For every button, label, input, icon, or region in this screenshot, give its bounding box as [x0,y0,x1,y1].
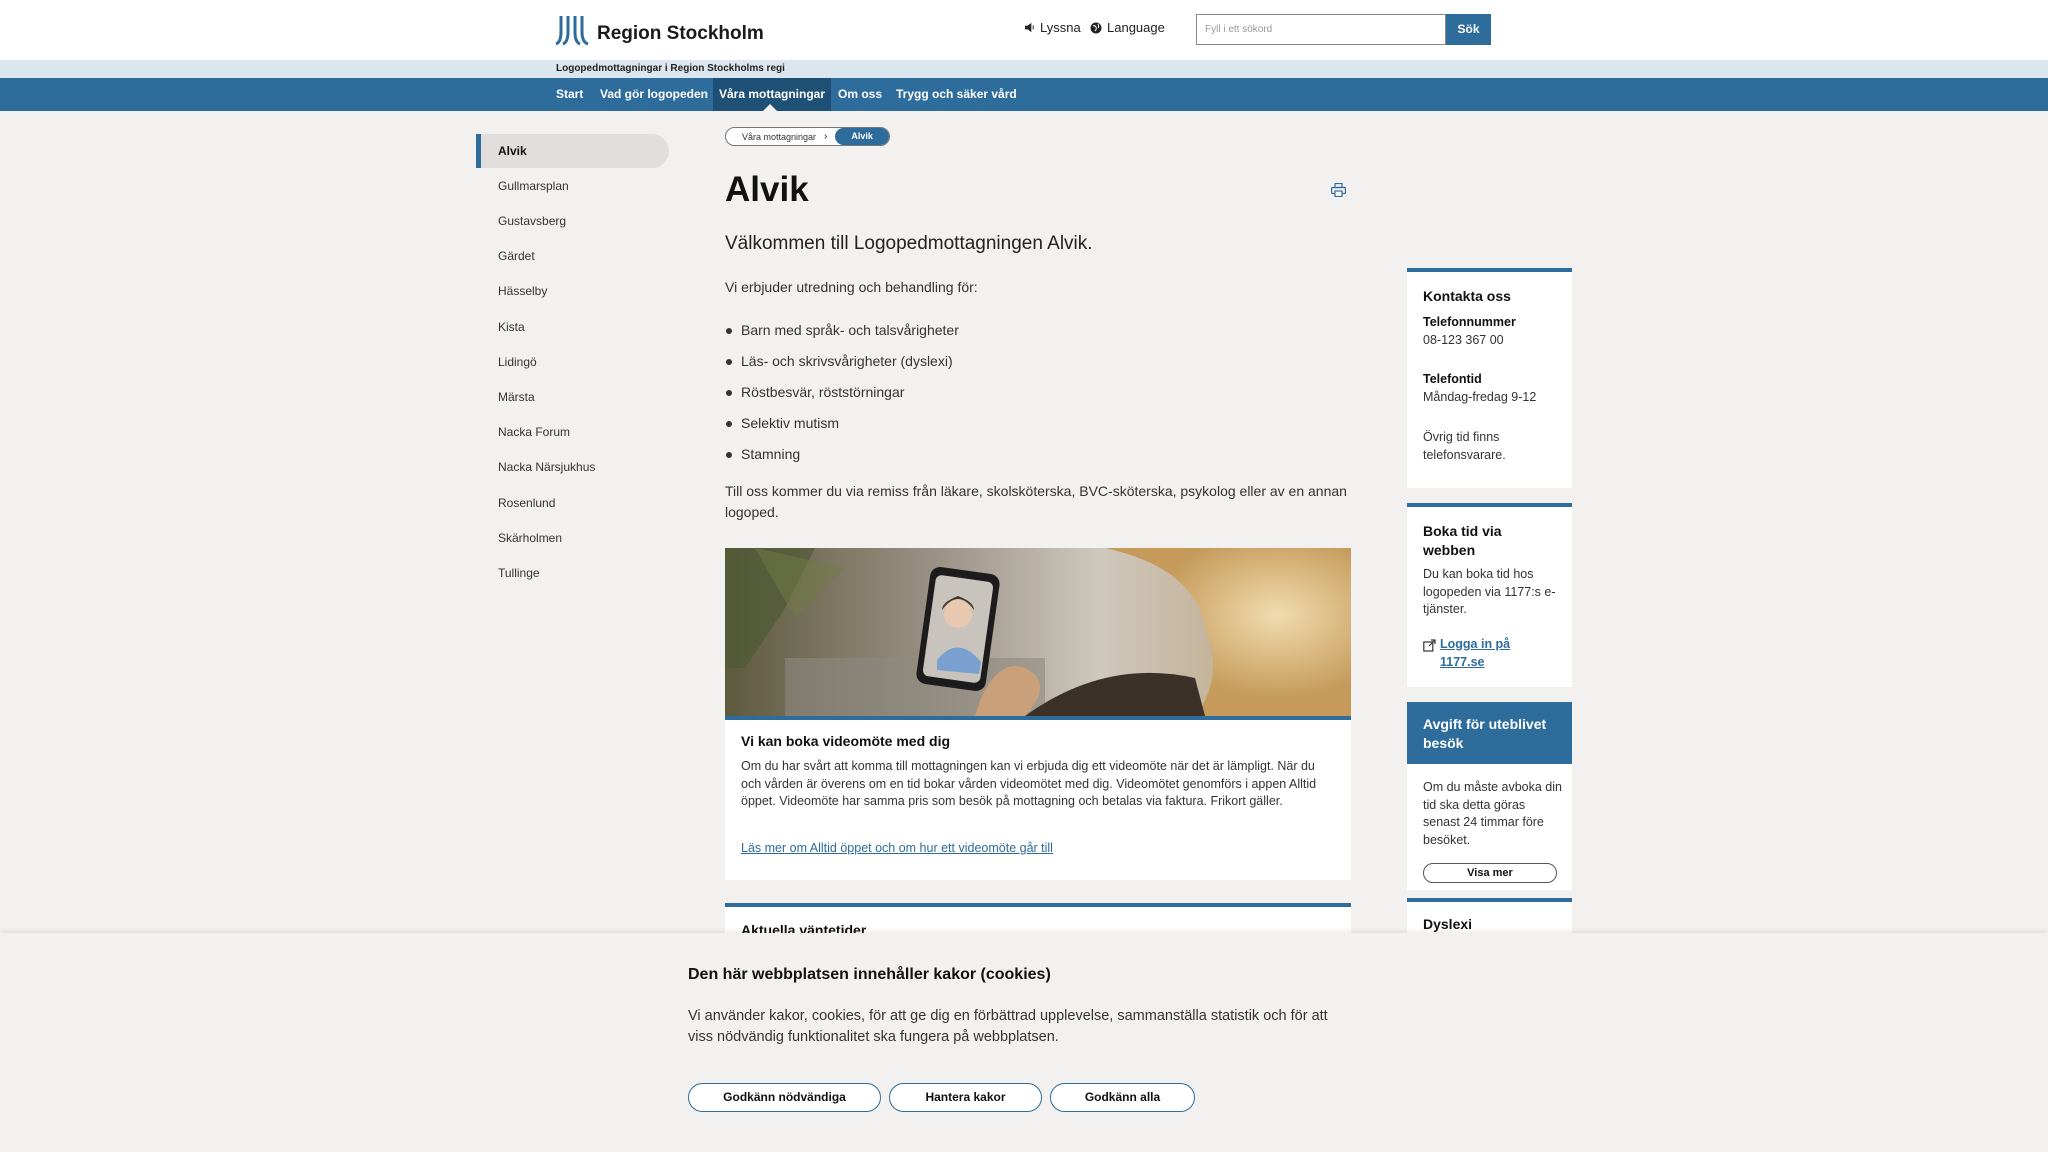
card-body: Om du har svårt att komma till mottagnin… [741,759,1317,808]
region-stockholm-logo[interactable]: Region Stockholm [555,14,764,46]
list-item: Röstbesvär, röststörningar [725,382,959,413]
fee-box-header: Avgift för uteblivet besök [1407,702,1572,764]
show-more-button[interactable]: Visa mer [1423,863,1557,883]
dyslexi-heading: Dyslexi [1423,916,1473,932]
booking-text: Du kan boka tid hos logopeden via 1177:s… [1423,567,1556,616]
alltid-oppet-link[interactable]: Läs mer om Alltid öppet och om hur ett v… [741,841,1053,855]
sidebar-item-nacka-forum[interactable]: Nacka Forum [476,415,669,449]
listen-label: Lyssna [1040,20,1081,35]
search-input[interactable]: Fyll i ett sökord [1196,14,1446,45]
nav-item-trygg-och-saker-vard[interactable]: Trygg och säker vård [896,78,1017,111]
phone-number: 08-123 367 00 [1423,333,1504,347]
language-label: Language [1107,20,1165,35]
site-header: Region Stockholm Lyssna Language Fyll i … [0,0,2048,60]
intro-text: Vi erbjuder utredning och behandling för… [725,279,978,295]
hours-label: Telefontid [1423,372,1482,386]
list-item: Selektiv mutism [725,413,959,444]
breadcrumb-parent[interactable]: Våra mottagningar [726,132,824,142]
services-list: Barn med språk- och talsvårigheter Läs- … [725,320,959,475]
search-button[interactable]: Sök [1446,14,1491,45]
sidebar-item-marsta[interactable]: Märsta [476,380,669,414]
sidebar-item-skarholmen[interactable]: Skärholmen [476,521,669,555]
main-navigation: Start Vad gör logopeden Våra mottagninga… [0,78,2048,111]
referral-text: Till oss kommer du via remiss från läkar… [725,483,1347,520]
breadcrumb: Våra mottagningar › Alvik [725,127,890,146]
contact-heading: Kontakta oss [1423,288,1511,304]
video-meeting-image [725,548,1351,716]
sidebar-item-kista[interactable]: Kista [476,310,669,344]
sidebar-item-alvik[interactable]: Alvik [476,134,669,168]
card-title: Vi kan boka videomöte med dig [741,733,951,749]
sidebar-item-tullinge[interactable]: Tullinge [476,556,669,590]
sidebar-item-nacka-narsjukhus[interactable]: Nacka Närsjukhus [476,450,669,484]
booking-heading: Boka tid via webben [1423,523,1502,558]
speaker-icon [1024,22,1034,33]
language-link[interactable]: Language [1090,20,1165,35]
sidebar-item-gustavsberg[interactable]: Gustavsberg [476,204,669,238]
sidebar-item-hasselby[interactable]: Hässelby [476,274,669,308]
booking-box: Boka tid via webben Du kan boka tid hos … [1407,503,1572,687]
contact-box: Kontakta oss Telefonnummer 08-123 367 00… [1407,268,1572,488]
sidebar-item-gardet[interactable]: Gärdet [476,239,669,273]
cookie-heading: Den här webbplatsen innehåller kakor (co… [688,966,1051,983]
phone-hours: Måndag-fredag 9-12 [1423,390,1537,404]
video-meeting-card: Vi kan boka videomöte med dig Om du har … [725,548,1351,880]
fee-heading: Avgift för uteblivet besök [1423,716,1547,751]
dyslexi-box: Dyslexi [1407,898,1572,938]
list-item: Stamning [725,444,959,475]
list-item: Barn med språk- och talsvårigheter [725,320,959,351]
list-item: Läs- och skrivsvårigheter (dyslexi) [725,351,959,382]
chevron-right-icon: › [824,131,828,142]
logo-text: Region Stockholm [597,23,764,44]
sidebar-item-rosenlund[interactable]: Rosenlund [476,486,669,520]
nav-item-om-oss[interactable]: Om oss [838,78,882,111]
voicemail-text: Övrig tid finns telefonsvarare. [1423,430,1506,462]
accept-all-button[interactable]: Godkänn alla [1050,1083,1195,1112]
sidebar-item-gullmarsplan[interactable]: Gullmarsplan [476,169,669,203]
logo-mark-icon [555,16,589,46]
cookie-text: Vi använder kakor, cookies, för att ge d… [688,1008,1328,1045]
sidebar-item-lidingo[interactable]: Lidingö [476,345,669,379]
external-link-icon [1423,639,1436,652]
nav-item-start[interactable]: Start [556,78,583,111]
card-accent-bar [725,716,1351,720]
print-icon[interactable] [1331,183,1346,197]
site-subtitle[interactable]: Logopedmottagningar i Region Stockholms … [556,63,785,74]
fee-text: Om du måste avboka din tid ska detta gör… [1423,780,1562,847]
fee-box: Om du måste avboka din tid ska detta gör… [1407,764,1572,890]
cookie-banner: Den här webbplatsen innehåller kakor (co… [0,933,2048,1152]
page-title: Alvik [725,170,809,209]
nav-item-vad-gor-logopeden[interactable]: Vad gör logopeden [600,78,708,111]
breadcrumb-current: Alvik [835,128,889,145]
nav-active-caret [763,104,777,111]
page-lead: Välkommen till Logopedmottagningen Alvik… [725,233,1093,254]
listen-link[interactable]: Lyssna [1024,20,1081,35]
sub-header-bar: Logopedmottagningar i Region Stockholms … [0,60,2048,78]
manage-cookies-button[interactable]: Hantera kakor [889,1083,1042,1112]
globe-icon [1090,22,1102,33]
accept-necessary-button[interactable]: Godkänn nödvändiga [688,1083,881,1112]
login-1177-link[interactable]: Logga in på 1177.se [1440,636,1550,671]
phone-label: Telefonnummer [1423,315,1516,329]
